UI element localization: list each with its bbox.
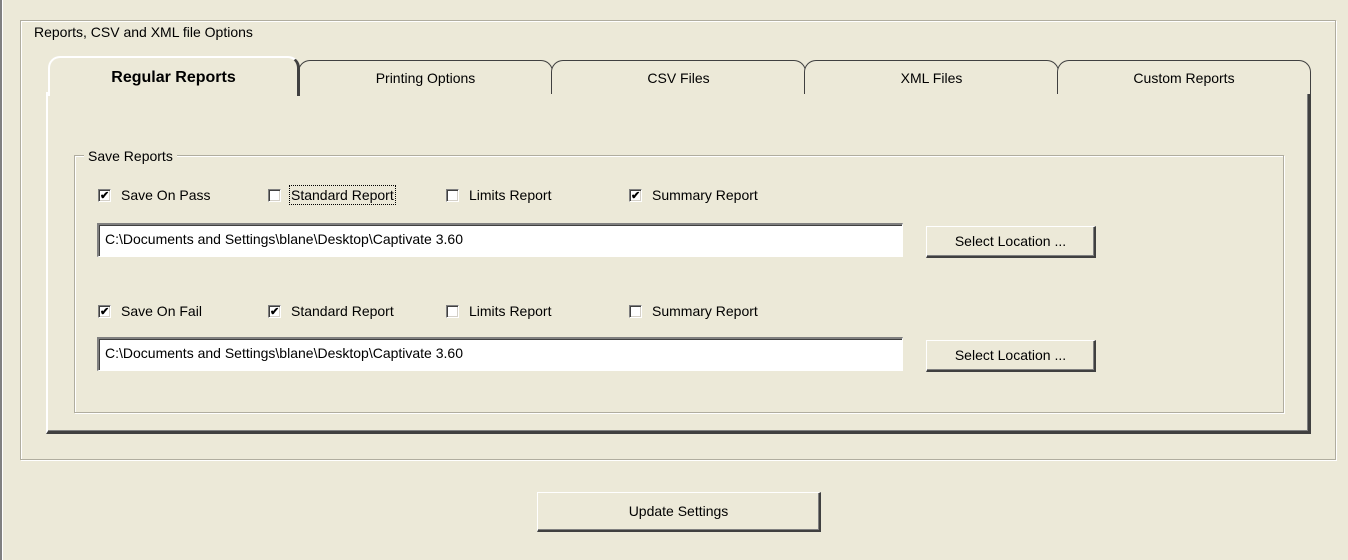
fail-limits-report-box[interactable] [446, 304, 459, 318]
window-left-edge [0, 0, 3, 560]
save-on-pass-checkbox[interactable]: Save On Pass [98, 183, 211, 207]
fail-summary-report-box[interactable] [629, 304, 642, 318]
update-settings-button[interactable]: Update Settings [537, 492, 821, 532]
pass-limits-report-label: Limits Report [469, 187, 552, 203]
pass-standard-report-box[interactable] [268, 188, 281, 202]
fail-limits-report-checkbox[interactable]: Limits Report [446, 299, 551, 323]
pass-limits-report-checkbox[interactable]: Limits Report [446, 183, 551, 207]
save-on-fail-box[interactable] [98, 304, 111, 318]
pass-standard-report-checkbox[interactable]: Standard Report [268, 183, 396, 207]
fail-limits-report-label: Limits Report [469, 303, 552, 319]
tab-custom-reports[interactable]: Custom Reports [1057, 60, 1311, 94]
fail-summary-report-checkbox[interactable]: Summary Report [629, 299, 758, 323]
save-reports-group-label: Save Reports [84, 146, 177, 166]
save-on-pass-box[interactable] [98, 188, 111, 202]
tab-xml-files[interactable]: XML Files [804, 60, 1059, 94]
fail-standard-report-box[interactable] [268, 304, 281, 318]
pass-location-field[interactable]: C:\Documents and Settings\blane\Desktop\… [97, 223, 903, 257]
pass-limits-report-box[interactable] [446, 188, 459, 202]
pass-summary-report-box[interactable] [629, 188, 642, 202]
save-on-fail-checkbox[interactable]: Save On Fail [98, 299, 202, 323]
fail-summary-report-label: Summary Report [652, 303, 758, 319]
tab-csv-files[interactable]: CSV Files [551, 60, 806, 94]
tab-printing-options[interactable]: Printing Options [298, 60, 553, 94]
settings-window: Reports, CSV and XML file Options Regula… [0, 0, 1348, 560]
pass-summary-report-label: Summary Report [652, 187, 758, 203]
pass-standard-report-label: Standard Report [289, 185, 396, 205]
tab-regular-reports[interactable]: Regular Reports [48, 56, 300, 96]
reports-options-group-label: Reports, CSV and XML file Options [30, 22, 257, 42]
pass-select-location-button[interactable]: Select Location ... [926, 226, 1096, 258]
fail-select-location-button[interactable]: Select Location ... [926, 340, 1096, 372]
save-on-fail-label: Save On Fail [121, 303, 202, 319]
fail-location-field[interactable]: C:\Documents and Settings\blane\Desktop\… [97, 337, 903, 371]
pass-summary-report-checkbox[interactable]: Summary Report [629, 183, 758, 207]
fail-standard-report-label: Standard Report [291, 303, 394, 319]
save-on-pass-label: Save On Pass [121, 187, 211, 203]
fail-standard-report-checkbox[interactable]: Standard Report [268, 299, 394, 323]
